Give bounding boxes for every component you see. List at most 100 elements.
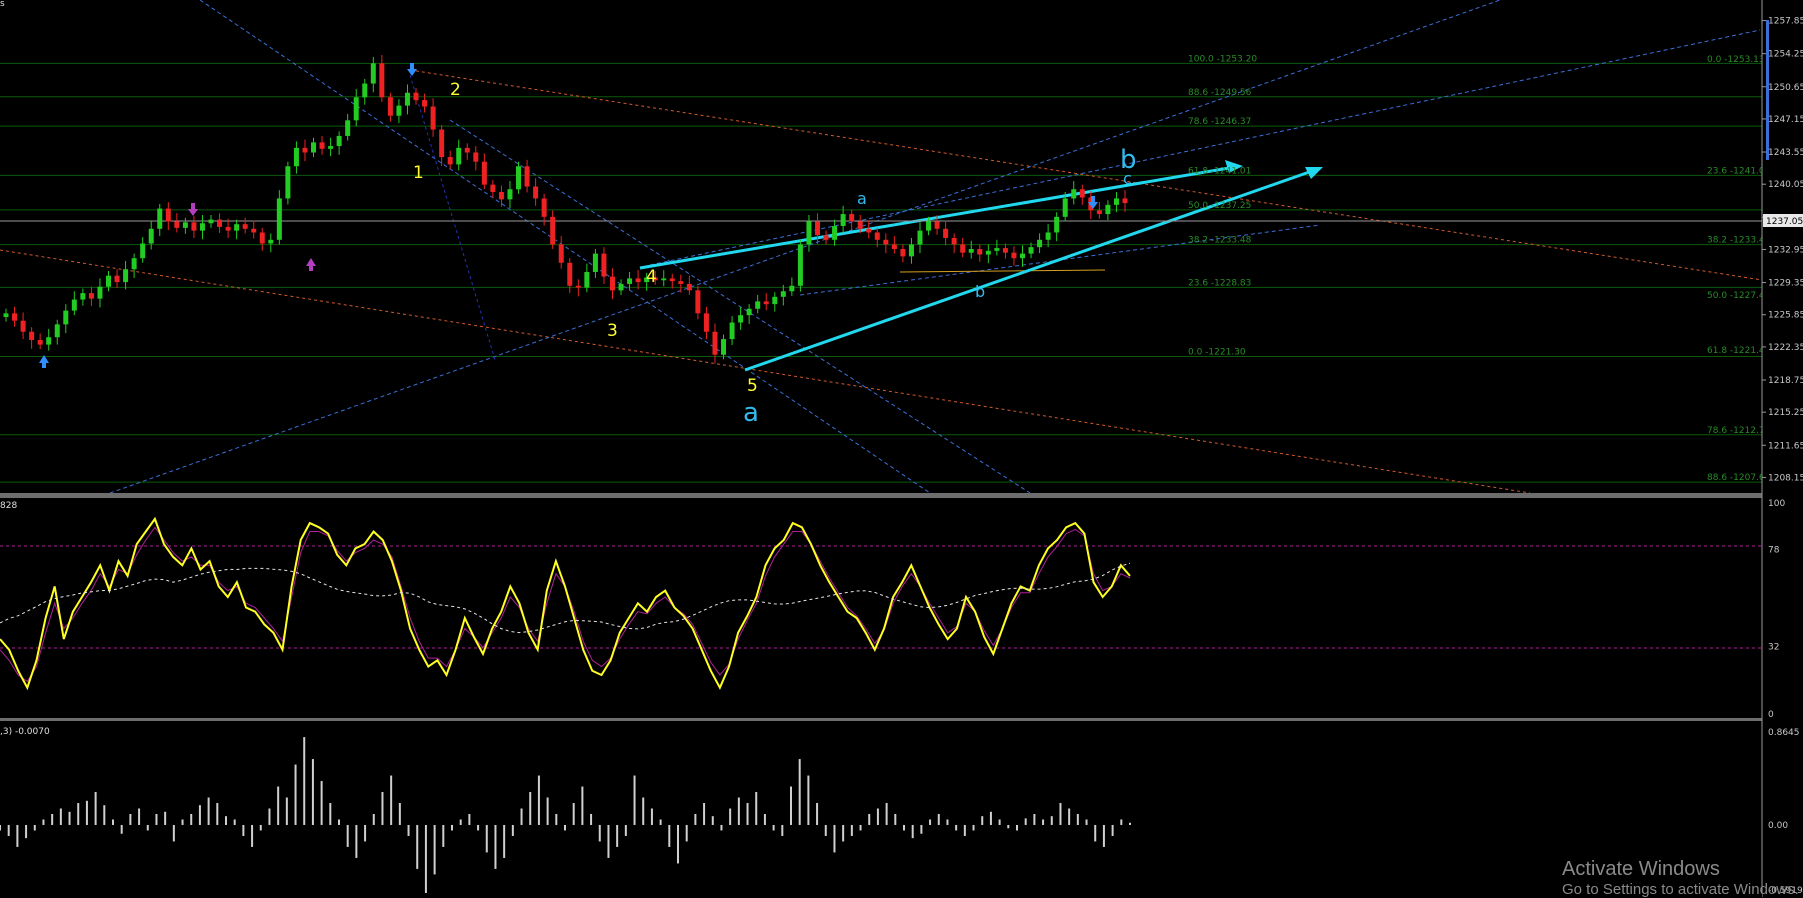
histogram-bar <box>546 797 549 825</box>
histogram-bar <box>1016 824 1018 831</box>
histogram-bar <box>737 797 740 825</box>
histogram-bar <box>442 824 445 847</box>
histogram-bar <box>398 803 401 825</box>
histogram-bar <box>1129 822 1131 825</box>
histogram-bar <box>129 813 132 825</box>
histogram-bar <box>138 808 141 825</box>
histogram-bar <box>1042 819 1045 825</box>
histogram-bar <box>772 824 775 831</box>
histogram-bar <box>607 824 610 858</box>
arrow-down-icon-stem <box>1091 196 1095 202</box>
histogram-bar <box>1111 824 1114 836</box>
histogram-bar <box>729 808 732 825</box>
candle <box>516 161 522 194</box>
price-tick-label: 1211.65 <box>1768 441 1803 451</box>
oscillator-tick-label: 0 <box>1768 710 1774 720</box>
histogram-bar <box>338 819 340 825</box>
histogram-bar <box>755 792 758 825</box>
histogram-bar <box>16 824 19 847</box>
histogram-bar <box>1085 819 1088 825</box>
price-panel[interactable]: 1 2 3 4 5 a b a b c s 100.0 -1253.2088.6… <box>0 0 1771 494</box>
histogram-bar <box>894 813 897 825</box>
histogram-bar <box>833 824 836 853</box>
histogram-bar <box>981 816 984 825</box>
candle <box>797 239 803 292</box>
histogram-bar <box>94 792 97 825</box>
histogram-bar <box>859 824 862 831</box>
histogram-bar <box>781 824 784 836</box>
histogram-bar <box>572 803 575 825</box>
histogram-bar <box>885 803 888 825</box>
histogram-bar <box>381 792 384 825</box>
histogram-bar <box>1050 816 1053 825</box>
histogram-bar <box>842 824 845 842</box>
oscillator-main-line <box>0 516 1131 691</box>
histogram-bar <box>433 824 436 875</box>
candle <box>285 161 291 205</box>
panel-separator <box>0 493 1762 498</box>
histogram-bar <box>346 824 349 847</box>
time-axis <box>0 893 1762 897</box>
fib-label-left: 78.6 -1246.37 <box>1188 117 1251 127</box>
fib-label-right: 38.2 -1233.48 <box>1707 236 1771 246</box>
histogram-panel[interactable]: ,3) -0.0070 <box>0 727 1131 897</box>
histogram-bar <box>112 819 114 825</box>
watermark-title: Activate Windows <box>1562 858 1720 880</box>
histogram-bar <box>7 824 10 836</box>
histogram-bar <box>564 824 566 831</box>
fib-label-left: 23.6 -1228.83 <box>1188 278 1251 288</box>
current-price-label: 1237.05 <box>1766 217 1803 227</box>
price-tick-label: 1218.75 <box>1768 376 1803 386</box>
price-tick-label: 1243.55 <box>1768 148 1803 158</box>
histogram-bar <box>998 819 1001 825</box>
histogram-bar <box>485 824 488 853</box>
histogram-bar <box>68 811 71 825</box>
oscillator-panel[interactable]: 828 <box>0 501 1762 691</box>
histogram-bar <box>642 797 645 825</box>
histogram-bar <box>1076 813 1079 825</box>
price-scroll-indicator <box>1766 20 1769 160</box>
histogram-bar <box>190 813 193 825</box>
histogram-bar <box>25 824 28 839</box>
histogram-bar <box>51 813 54 825</box>
price-tick-label: 1229.35 <box>1768 279 1803 289</box>
histogram-bar <box>329 803 332 825</box>
histogram-bar <box>251 824 254 847</box>
oscillator-tick-label: 100 <box>1768 499 1785 509</box>
histogram-bar <box>268 808 271 825</box>
histogram-bar <box>955 824 958 831</box>
histogram-bar <box>876 808 879 825</box>
histogram-bar <box>207 797 210 825</box>
oscillator-tick-label: 32 <box>1768 642 1779 652</box>
panel-separator <box>0 718 1762 721</box>
price-tick-label: 1257.85 <box>1768 17 1803 27</box>
trading-chart[interactable]: 1 2 3 4 5 a b a b c s 100.0 -1253.2088.6… <box>0 0 1803 897</box>
histogram-bar <box>972 824 975 831</box>
histogram-bar <box>181 819 184 825</box>
arrow-up-icon-stem <box>42 362 46 368</box>
histogram-bar <box>624 824 627 836</box>
histogram-bar <box>42 819 45 825</box>
histogram-bar <box>1007 824 1010 829</box>
histogram-bar <box>120 824 123 834</box>
fib-label-right: 88.6 -1207.64 <box>1707 473 1771 483</box>
histogram-bar <box>242 824 245 836</box>
histogram-bar <box>1102 824 1105 847</box>
histogram-bar <box>164 811 167 825</box>
wave-label-sub-a: a <box>857 189 867 208</box>
histogram-bar <box>355 824 358 858</box>
histogram-bar <box>216 803 219 825</box>
oscillator-tick-label: 78 <box>1768 545 1780 555</box>
histogram-bar <box>477 824 480 831</box>
histogram-bar <box>59 808 62 825</box>
fib-label-left: 88.6 -1249.56 <box>1188 88 1252 98</box>
price-tick-label: 1225.85 <box>1768 311 1803 321</box>
histogram-bar <box>694 813 697 825</box>
histogram-bar <box>459 819 462 825</box>
histogram-bar <box>303 737 306 825</box>
histogram-bar <box>763 813 766 825</box>
fib-label-right: 23.6 -1241.01 <box>1707 166 1770 176</box>
histogram-bar <box>277 786 280 825</box>
fib-label-left: 0.0 -1221.30 <box>1188 348 1246 358</box>
price-tick-label: 1215.25 <box>1768 408 1803 418</box>
